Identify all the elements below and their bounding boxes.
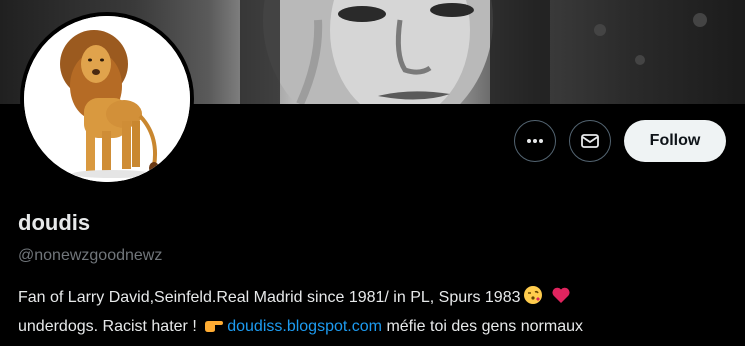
profile-avatar[interactable]	[20, 12, 194, 186]
face-blowing-kiss-emoji	[523, 285, 543, 314]
bio-link[interactable]: doudiss.blogspot.com	[227, 318, 382, 335]
more-dots-icon	[527, 139, 543, 143]
lion-image	[24, 16, 190, 182]
envelope-icon	[581, 134, 599, 148]
bio-line-1: Fan of Larry David,Seinfeld.Real Madrid …	[18, 289, 521, 306]
bio-line-2-start: underdogs. Racist hater !	[18, 318, 197, 335]
message-button[interactable]	[569, 120, 611, 162]
profile-bio: Fan of Larry David,Seinfeld.Real Madrid …	[18, 285, 728, 343]
red-heart-emoji	[551, 285, 571, 314]
bio-line-2-end: méfie toi des gens normaux	[386, 318, 583, 335]
pointing-right-hand-emoji	[203, 316, 225, 343]
more-button[interactable]	[514, 120, 556, 162]
avatar-image	[24, 16, 190, 182]
display-name: doudis	[18, 210, 91, 235]
user-handle: @nonewzgoodnewz	[18, 247, 163, 264]
follow-button[interactable]: Follow	[624, 120, 726, 162]
